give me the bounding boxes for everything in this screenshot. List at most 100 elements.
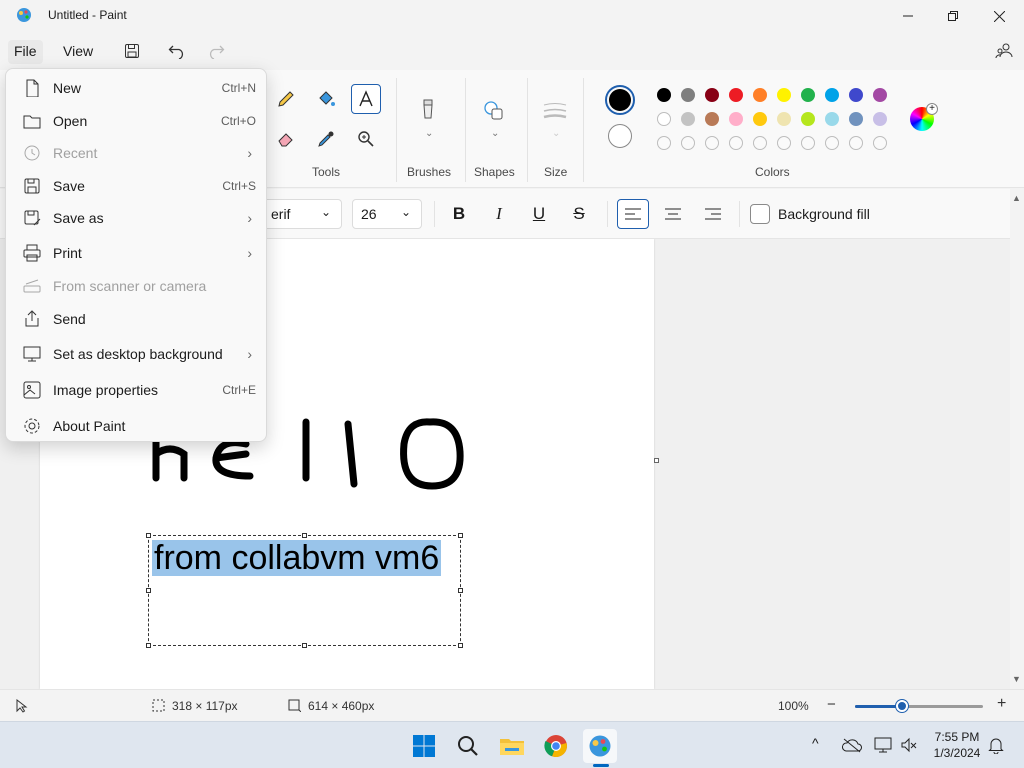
palette-color-swatch[interactable] xyxy=(825,88,839,102)
custom-color-slot[interactable] xyxy=(705,136,719,150)
file-menu-item-send[interactable]: Send xyxy=(10,303,264,335)
view-menu-button[interactable]: View xyxy=(57,40,99,64)
palette-color-swatch[interactable] xyxy=(801,112,815,126)
chevron-up-icon[interactable]: ^ xyxy=(812,735,819,751)
file-menu-item-save-as[interactable]: Save as › xyxy=(10,202,264,234)
primary-color[interactable] xyxy=(605,85,635,115)
secondary-color[interactable] xyxy=(608,124,632,148)
file-menu-button[interactable]: File xyxy=(8,40,43,64)
file-menu-item-image-properties[interactable]: Image properties Ctrl+E xyxy=(10,374,264,406)
brushes-button[interactable] xyxy=(413,96,443,126)
align-center-button[interactable] xyxy=(657,199,689,229)
volume-muted-icon[interactable] xyxy=(900,737,918,753)
palette-color-swatch[interactable] xyxy=(753,88,767,102)
eraser-tool[interactable] xyxy=(271,124,301,154)
text-box-content[interactable]: from collabvm vm6 xyxy=(152,540,442,576)
network-icon[interactable] xyxy=(874,737,892,753)
resize-handle[interactable] xyxy=(302,643,307,648)
scroll-down-icon[interactable]: ▼ xyxy=(1012,674,1021,684)
notification-bell-icon[interactable] xyxy=(988,736,1004,754)
zoom-slider-thumb[interactable] xyxy=(896,700,909,712)
palette-color-swatch[interactable] xyxy=(825,112,839,126)
palette-color-swatch[interactable] xyxy=(657,88,671,102)
text-tool[interactable] xyxy=(351,84,381,114)
resize-handle[interactable] xyxy=(146,588,151,593)
palette-color-swatch[interactable] xyxy=(873,88,887,102)
italic-button[interactable]: I xyxy=(483,199,515,229)
custom-color-slot[interactable] xyxy=(681,136,695,150)
account-button[interactable] xyxy=(994,41,1014,61)
restore-button[interactable] xyxy=(930,0,976,32)
palette-color-swatch[interactable] xyxy=(849,112,863,126)
custom-color-slot[interactable] xyxy=(825,136,839,150)
palette-color-swatch[interactable] xyxy=(777,112,791,126)
custom-color-slot[interactable] xyxy=(777,136,791,150)
file-menu-item-open[interactable]: Open Ctrl+O xyxy=(10,105,264,137)
resize-handle[interactable] xyxy=(458,588,463,593)
font-family-dropdown[interactable]: erif ⌄ xyxy=(262,199,342,229)
chrome-button[interactable] xyxy=(539,729,573,763)
palette-color-swatch[interactable] xyxy=(753,112,767,126)
font-size-dropdown[interactable]: 26 ⌄ xyxy=(352,199,422,229)
custom-color-slot[interactable] xyxy=(801,136,815,150)
custom-color-slot[interactable] xyxy=(729,136,743,150)
file-menu-item-new[interactable]: New Ctrl+N xyxy=(10,72,264,104)
save-quick-button[interactable] xyxy=(122,41,142,61)
background-fill-checkbox[interactable] xyxy=(750,204,770,224)
file-menu-item-set-as-desktop-background[interactable]: Set as desktop background › xyxy=(10,338,264,370)
underline-button[interactable]: U xyxy=(523,199,555,229)
scroll-up-icon[interactable]: ▲ xyxy=(1012,193,1021,203)
resize-handle[interactable] xyxy=(302,533,307,538)
palette-color-swatch[interactable] xyxy=(777,88,791,102)
align-right-button[interactable] xyxy=(697,199,729,229)
size-button[interactable] xyxy=(540,96,570,126)
shapes-button[interactable] xyxy=(479,96,509,126)
bold-button[interactable]: B xyxy=(443,199,475,229)
chevron-down-icon[interactable]: ⌄ xyxy=(491,128,499,139)
paint-taskbar-button[interactable] xyxy=(583,729,617,763)
zoom-in-button[interactable]: + xyxy=(997,695,1006,713)
custom-color-slot[interactable] xyxy=(657,136,671,150)
vertical-scrollbar[interactable]: ▲ ▼ xyxy=(1010,189,1024,689)
canvas-resize-handle[interactable] xyxy=(654,458,659,463)
text-selection-box[interactable]: from collabvm vm6 xyxy=(146,533,463,648)
clock[interactable]: 7:55 PM 1/3/2024 xyxy=(926,729,988,761)
resize-handle[interactable] xyxy=(146,533,151,538)
palette-color-swatch[interactable] xyxy=(729,112,743,126)
chevron-down-icon[interactable]: ⌄ xyxy=(425,128,433,139)
resize-handle[interactable] xyxy=(458,643,463,648)
file-menu-item-save[interactable]: Save Ctrl+S xyxy=(10,170,264,202)
custom-color-slot[interactable] xyxy=(873,136,887,150)
palette-color-swatch[interactable] xyxy=(681,112,695,126)
undo-button[interactable] xyxy=(167,41,187,61)
edit-colors-button[interactable]: + xyxy=(910,103,938,131)
file-explorer-button[interactable] xyxy=(495,729,529,763)
custom-color-slot[interactable] xyxy=(753,136,767,150)
minimize-button[interactable] xyxy=(885,0,931,32)
pencil-tool[interactable] xyxy=(271,84,301,114)
palette-color-swatch[interactable] xyxy=(801,88,815,102)
custom-color-slot[interactable] xyxy=(849,136,863,150)
close-button[interactable] xyxy=(976,0,1022,32)
palette-color-swatch[interactable] xyxy=(849,88,863,102)
palette-color-swatch[interactable] xyxy=(705,112,719,126)
zoom-slider-track[interactable] xyxy=(855,705,983,708)
strikethrough-button[interactable]: S xyxy=(563,199,595,229)
redo-button[interactable] xyxy=(206,41,226,61)
palette-color-swatch[interactable] xyxy=(657,112,671,126)
file-menu-item-print[interactable]: Print › xyxy=(10,237,264,269)
palette-color-swatch[interactable] xyxy=(705,88,719,102)
color-picker-tool[interactable] xyxy=(311,124,341,154)
magnifier-tool[interactable] xyxy=(351,124,381,154)
start-button[interactable] xyxy=(407,729,441,763)
file-menu-item-about-paint[interactable]: About Paint xyxy=(10,410,264,442)
align-left-button[interactable] xyxy=(617,199,649,229)
onedrive-icon[interactable] xyxy=(842,737,862,753)
palette-color-swatch[interactable] xyxy=(729,88,743,102)
search-button[interactable] xyxy=(451,729,485,763)
resize-handle[interactable] xyxy=(146,643,151,648)
palette-color-swatch[interactable] xyxy=(873,112,887,126)
palette-color-swatch[interactable] xyxy=(681,88,695,102)
chevron-down-icon[interactable]: ⌄ xyxy=(552,128,560,139)
fill-tool[interactable] xyxy=(311,84,341,114)
